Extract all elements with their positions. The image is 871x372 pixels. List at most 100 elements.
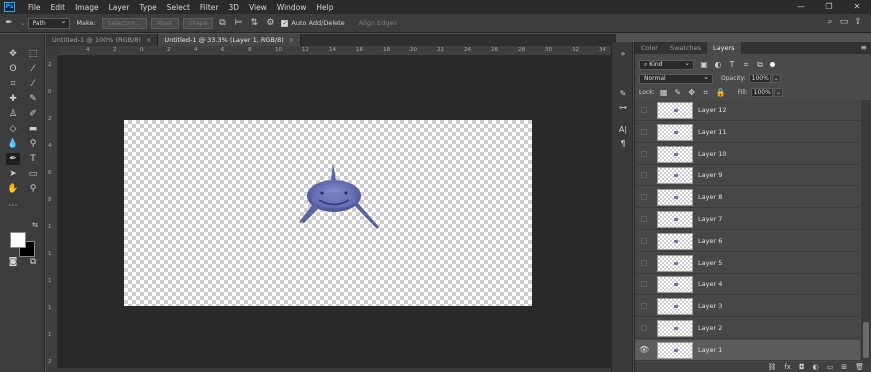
layer-row[interactable]: Layer 12 [635,100,860,121]
layer-row[interactable]: 👁 Layer 1 [635,339,860,361]
menu-type[interactable]: Type [135,3,162,12]
visibility-toggle[interactable] [641,325,647,331]
type-tool-icon[interactable]: T [26,153,40,165]
quick-mask-icon[interactable]: ◙ [6,256,20,268]
close-button[interactable]: ✕ [843,0,871,14]
preset-chevron-icon[interactable]: ⌄ [20,19,25,27]
shape-button[interactable]: Shape [182,17,214,29]
brush-settings-icon[interactable]: ✎ [617,88,629,100]
marquee-tool-icon[interactable]: ⬚ [26,48,40,60]
layer-row[interactable]: Layer 2 [635,318,860,339]
layer-row[interactable]: Layer 10 [635,143,860,165]
layer-row[interactable]: Layer 4 [635,274,860,296]
menu-layer[interactable]: Layer [104,3,135,12]
auto-add-delete-checkbox[interactable]: ✓ [281,19,289,27]
close-icon[interactable]: × [146,36,151,44]
link-icon[interactable]: ⛓ [767,363,776,371]
fill-field[interactable]: 100% [750,88,773,97]
search-icon[interactable]: ⌕ [823,17,837,27]
menu-edit[interactable]: Edit [46,3,71,12]
lock-all-icon[interactable]: 🔒 [716,88,726,97]
pen-tool-preset-icon[interactable]: ✒ [4,18,14,28]
menu-filter[interactable]: Filter [195,3,224,12]
path-arrangement-icon[interactable]: ⇅ [249,18,259,28]
lock-artboard-icon[interactable]: ⌗ [702,88,710,98]
panel-menu-icon[interactable]: ≡ [860,42,867,54]
more-tools-icon[interactable]: ⋯ [6,200,20,212]
path-selection-tool-icon[interactable]: ➤ [6,168,20,180]
folder-icon[interactable]: ▭ [827,363,834,371]
menu-file[interactable]: File [23,3,46,12]
path-alignment-icon[interactable]: ⊨ [233,18,243,28]
layer-row[interactable]: Layer 3 [635,296,860,318]
tab-layers[interactable]: Layers [707,42,741,54]
align-edges-label[interactable]: Align Edges [359,19,397,27]
trash-icon[interactable]: 🗑 [855,363,864,371]
menu-window[interactable]: Window [272,3,312,12]
restore-button[interactable]: ❐ [815,0,843,14]
eye-icon[interactable]: 👁 [639,345,649,355]
tab-untitled-33[interactable]: Untitled-1 @ 33.3% (Layer 1, RGB/8) × [158,34,302,46]
mask-button[interactable]: Mask [151,17,179,29]
swap-colors-icon[interactable]: ⇆ [28,219,42,231]
new-layer-icon[interactable]: ⊞ [841,363,847,371]
gradient-tool-icon[interactable]: ▬ [26,123,40,135]
visibility-toggle[interactable] [641,259,647,266]
visibility-toggle[interactable] [641,216,647,222]
layer-row[interactable]: Layer 6 [635,230,860,252]
lasso-tool-icon[interactable]: ʘ [6,63,20,75]
rectangle-tool-icon[interactable]: ▭ [26,168,40,180]
visibility-toggle[interactable] [641,237,647,244]
opacity-field[interactable]: 100% [748,74,771,83]
menu-image[interactable]: Image [70,3,104,12]
selection-button[interactable]: Selection... [101,17,148,29]
opacity-dropdown[interactable]: ⌄ [771,74,781,83]
paragraph-panel-icon[interactable]: ¶ [617,138,629,150]
visibility-toggle[interactable] [641,107,647,113]
visibility-toggle[interactable] [641,281,647,288]
tab-untitled-100[interactable]: Untitled-1 @ 100% (RGB/8) × [46,34,159,46]
type-filter-icon[interactable]: T [728,60,736,69]
tab-color[interactable]: Color [635,42,664,54]
menu-help[interactable]: Help [311,3,338,12]
layer-row[interactable]: Layer 8 [635,187,860,209]
adjustment-icon[interactable]: ◐ [813,363,819,371]
close-icon[interactable]: × [289,36,294,44]
minimize-button[interactable]: — [787,0,815,14]
fill-dropdown[interactable]: ⌄ [773,88,783,97]
crop-tool-icon[interactable]: ⌗ [6,78,20,90]
layers-scrollbar[interactable] [861,100,871,362]
blend-mode-select[interactable]: Normal [639,73,713,84]
kind-filter-select[interactable]: ⌕ Kind [639,59,694,70]
workspace-icon[interactable]: ▭ [837,17,851,27]
scrollbar-thumb[interactable] [863,322,869,358]
path-operations-icon[interactable]: ⧉ [217,18,227,28]
collapse-arrows-icon[interactable]: » [617,48,629,60]
menu-view[interactable]: View [244,3,272,12]
history-brush-tool-icon[interactable]: ✐ [26,108,40,120]
pixel-filter-icon[interactable]: ▣ [700,60,708,69]
layer-row[interactable]: Layer 5 [635,252,860,274]
blur-tool-icon[interactable]: 💧 [6,138,20,150]
brush-tool-icon[interactable]: ✎ [26,93,40,105]
quick-select-tool-icon[interactable]: ⁄ [26,63,40,75]
eraser-tool-icon[interactable]: ◇ [6,123,20,135]
gear-icon[interactable]: ⚙ [265,18,275,28]
visibility-toggle[interactable] [641,194,647,201]
lock-position-icon[interactable]: ✥ [688,88,696,97]
layer-row[interactable]: Layer 7 [635,209,860,230]
filter-toggle[interactable] [770,62,775,67]
shape-filter-icon[interactable]: ⌗ [742,60,750,70]
character-panel-icon[interactable]: A| [617,124,629,136]
smart-object-filter-icon[interactable]: ⧉ [756,60,764,70]
pen-tool-icon[interactable]: ✒ [6,153,20,165]
lock-transparent-icon[interactable]: ▦ [660,88,668,97]
foreground-color-swatch[interactable] [10,232,26,248]
menu-3d[interactable]: 3D [223,3,244,12]
clone-stamp-tool-icon[interactable]: ♙ [6,108,20,120]
layer-row[interactable]: Layer 11 [635,121,860,143]
eyedropper-tool-icon[interactable]: ⁄ [26,78,40,90]
tab-swatches[interactable]: Swatches [664,42,707,54]
zoom-tool-icon[interactable]: ⚲ [26,183,40,195]
visibility-toggle[interactable] [641,172,647,179]
